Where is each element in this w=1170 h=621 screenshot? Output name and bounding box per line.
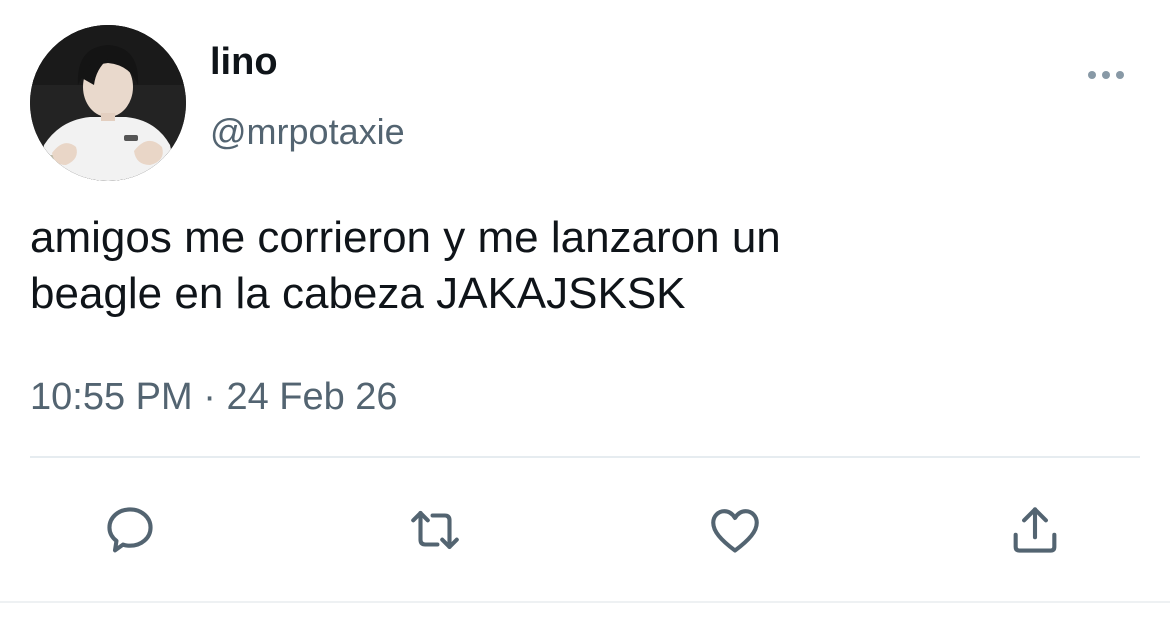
retweet-button[interactable] (405, 500, 465, 560)
more-options-button[interactable] (1082, 62, 1130, 88)
divider (0, 601, 1170, 603)
user-handle[interactable]: @mrpotaxie (210, 110, 405, 154)
tweet-text-line: beagle en la cabeza JAKAJSKSK (30, 269, 686, 318)
tweet-meta: 10:55 PM · 24 Feb 26 (30, 372, 398, 422)
heart-icon (711, 509, 759, 553)
tweet-time[interactable]: 10:55 PM (30, 376, 193, 418)
share-button[interactable] (1005, 500, 1065, 560)
meta-separator: · (203, 376, 216, 418)
reply-button[interactable] (100, 500, 160, 560)
retweet-icon (411, 511, 459, 549)
tweet-date[interactable]: 24 Feb 26 (226, 376, 397, 418)
tweet-text-line: amigos me corrieron y me lanzaron un (30, 213, 781, 262)
display-name[interactable]: lino (210, 40, 278, 84)
avatar-photo (30, 25, 186, 181)
avatar[interactable] (30, 25, 186, 181)
share-icon (1013, 507, 1057, 553)
more-dots-icon (1088, 71, 1124, 79)
tweet-text: amigos me corrieron y me lanzaron un bea… (30, 210, 1130, 322)
like-button[interactable] (705, 500, 765, 560)
reply-icon (107, 507, 153, 553)
divider (30, 456, 1140, 458)
